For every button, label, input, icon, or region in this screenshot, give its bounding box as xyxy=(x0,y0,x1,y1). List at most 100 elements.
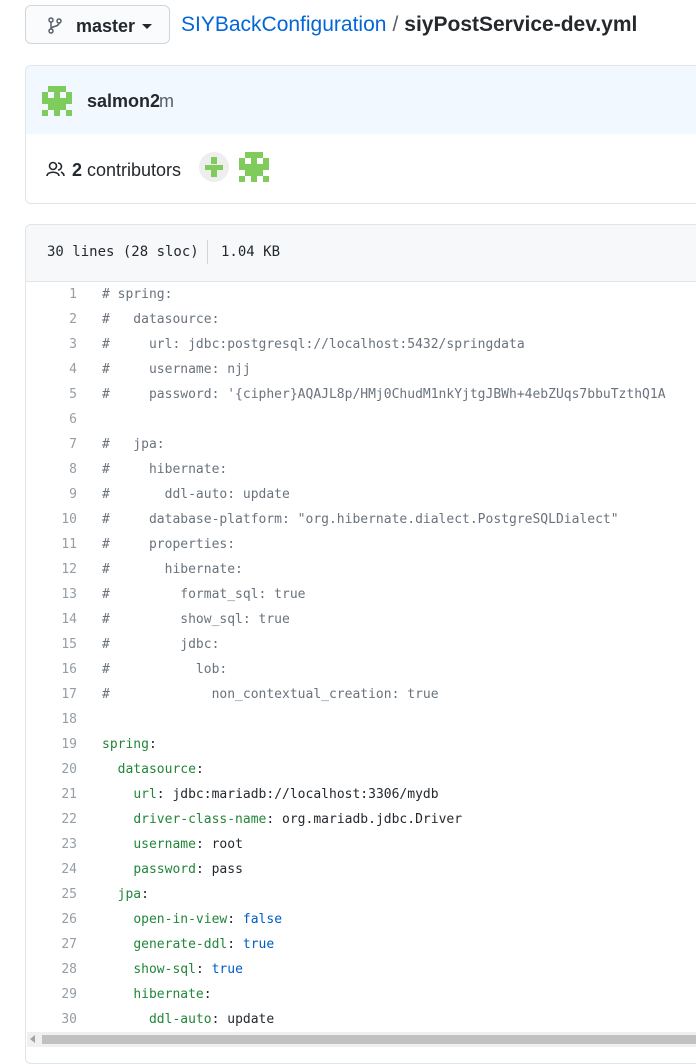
line-number[interactable]: 22 xyxy=(26,807,77,832)
line-number[interactable]: 5 xyxy=(26,382,77,407)
horizontal-scrollbar[interactable] xyxy=(27,1032,696,1047)
code-text: # database-platform: "org.hibernate.dial… xyxy=(102,512,619,527)
code-line: 24 password: pass xyxy=(26,857,696,882)
code-line: 10 # database-platform: "org.hibernate.di… xyxy=(26,507,696,532)
code-text: username: root xyxy=(133,837,243,852)
code-line: 12 # hibernate: xyxy=(26,557,696,582)
breadcrumb-separator: / xyxy=(392,13,399,36)
yaml-key: hibernate xyxy=(133,987,204,1002)
code-text: spring: xyxy=(102,737,157,752)
code-line: 22 driver-class-name: org.mariadb.jdbc.D… xyxy=(26,807,696,832)
yaml-key: url xyxy=(133,787,157,802)
author-avatar[interactable] xyxy=(42,86,72,121)
code-text: # datasource: xyxy=(102,312,220,327)
yaml-key: open-in-view xyxy=(133,912,228,927)
divider xyxy=(207,240,208,264)
line-number[interactable]: 17 xyxy=(26,682,77,707)
code-line: 17 # non_contextual_creation: true xyxy=(26,682,696,707)
branch-select-button[interactable]: master xyxy=(25,5,170,44)
contributors-label: contributors xyxy=(87,160,182,180)
code-line: 5 # password: '{cipher}AQAJL8p/HMj0ChudM1… xyxy=(26,382,696,407)
code-line: 1 # spring: xyxy=(26,282,696,307)
code-text: # hibernate: xyxy=(102,462,228,477)
line-number[interactable]: 24 xyxy=(26,857,77,882)
line-number[interactable]: 4 xyxy=(26,357,77,382)
breadcrumb: SIYBackConfiguration / siyPostService-dev.… xyxy=(181,13,637,37)
code-text: # jdbc: xyxy=(102,637,220,652)
code-text: generate-ddl: true xyxy=(133,937,275,952)
code-text: password: pass xyxy=(133,862,243,877)
line-number[interactable]: 20 xyxy=(26,757,77,782)
code-line: 29 hibernate: xyxy=(26,982,696,1007)
code-line: 30 ddl-auto: update xyxy=(26,1007,696,1032)
code-line: 19 spring: xyxy=(26,732,696,757)
line-number[interactable]: 29 xyxy=(26,982,77,1007)
yaml-key: driver-class-name xyxy=(133,812,267,827)
contributor-avatar[interactable] xyxy=(239,152,269,187)
commit-message[interactable]: m xyxy=(159,91,174,112)
contributor-avatar[interactable] xyxy=(199,152,229,187)
code-text: hibernate: xyxy=(133,987,212,1002)
code-line: 14 # show_sql: true xyxy=(26,607,696,632)
line-number[interactable]: 10 xyxy=(26,507,77,532)
line-number[interactable]: 2 xyxy=(26,307,77,332)
code-line: 21 url: jdbc:mariadb://localhost:3306/my… xyxy=(26,782,696,807)
yaml-value: org.mariadb.jdbc.Driver xyxy=(282,812,463,827)
scroll-left-icon[interactable] xyxy=(30,1035,35,1043)
yaml-value: root xyxy=(211,837,243,852)
line-number[interactable]: 25 xyxy=(26,882,77,907)
file-line-count: 30 lines (28 sloc) xyxy=(47,244,199,260)
line-number[interactable]: 8 xyxy=(26,457,77,482)
code-line: 16 # lob: xyxy=(26,657,696,682)
line-number[interactable]: 21 xyxy=(26,782,77,807)
file-size: 1.04 KB xyxy=(221,244,281,260)
contributors-bar[interactable]: 2 contributors xyxy=(26,134,696,203)
line-number[interactable]: 1 xyxy=(26,282,77,307)
line-number[interactable]: 30 xyxy=(26,1007,77,1032)
code-text: # username: njj xyxy=(102,362,251,377)
commit-info-box: salmon2 m 2 contributors xyxy=(25,65,696,204)
line-number[interactable]: 13 xyxy=(26,582,77,607)
line-number[interactable]: 26 xyxy=(26,907,77,932)
git-branch-icon xyxy=(48,17,62,39)
yaml-value: jdbc:mariadb://localhost:3306/mydb xyxy=(172,787,439,802)
line-number[interactable]: 11 xyxy=(26,532,77,557)
line-number[interactable]: 28 xyxy=(26,957,77,982)
code-line: 2 # datasource: xyxy=(26,307,696,332)
code-text: ddl-auto: update xyxy=(148,1012,275,1027)
line-number[interactable]: 27 xyxy=(26,932,77,957)
line-number[interactable]: 9 xyxy=(26,482,77,507)
yaml-key: password xyxy=(133,862,196,877)
code-line: 18 xyxy=(26,707,696,732)
line-number[interactable]: 18 xyxy=(26,707,77,732)
code-text: # hibernate: xyxy=(102,562,243,577)
line-number[interactable]: 15 xyxy=(26,632,77,657)
line-number[interactable]: 16 xyxy=(26,657,77,682)
breadcrumb-repo-link[interactable]: SIYBackConfiguration xyxy=(181,13,386,36)
code-text: url: jdbc:mariadb://localhost:3306/mydb xyxy=(133,787,439,802)
line-number[interactable]: 6 xyxy=(26,407,77,432)
code-line: 9 # ddl-auto: update xyxy=(26,482,696,507)
line-number[interactable]: 14 xyxy=(26,607,77,632)
line-number[interactable]: 3 xyxy=(26,332,77,357)
scrollbar-thumb[interactable] xyxy=(42,1035,696,1044)
line-number[interactable]: 7 xyxy=(26,432,77,457)
code-line: 27 generate-ddl: true xyxy=(26,932,696,957)
code-line: 23 username: root xyxy=(26,832,696,857)
yaml-key: username xyxy=(133,837,196,852)
code-line: 8 # hibernate: xyxy=(26,457,696,482)
line-number[interactable]: 12 xyxy=(26,557,77,582)
yaml-value: true xyxy=(211,962,243,977)
yaml-key: generate-ddl xyxy=(133,937,228,952)
commit-author-link[interactable]: salmon2 xyxy=(87,91,160,112)
code-text: # non_contextual_creation: true xyxy=(102,687,439,702)
code-text: open-in-view: false xyxy=(133,912,283,927)
code-text: show-sql: true xyxy=(133,962,243,977)
line-number[interactable]: 19 xyxy=(26,732,77,757)
file-info-bar: 30 lines (28 sloc) 1.04 KB xyxy=(26,225,696,282)
line-number[interactable]: 23 xyxy=(26,832,77,857)
code-line: 3 # url: jdbc:postgresql://localhost:5432… xyxy=(26,332,696,357)
code-text: # spring: xyxy=(102,287,173,302)
yaml-value: update xyxy=(227,1012,275,1027)
code-text: # show_sql: true xyxy=(102,612,290,627)
